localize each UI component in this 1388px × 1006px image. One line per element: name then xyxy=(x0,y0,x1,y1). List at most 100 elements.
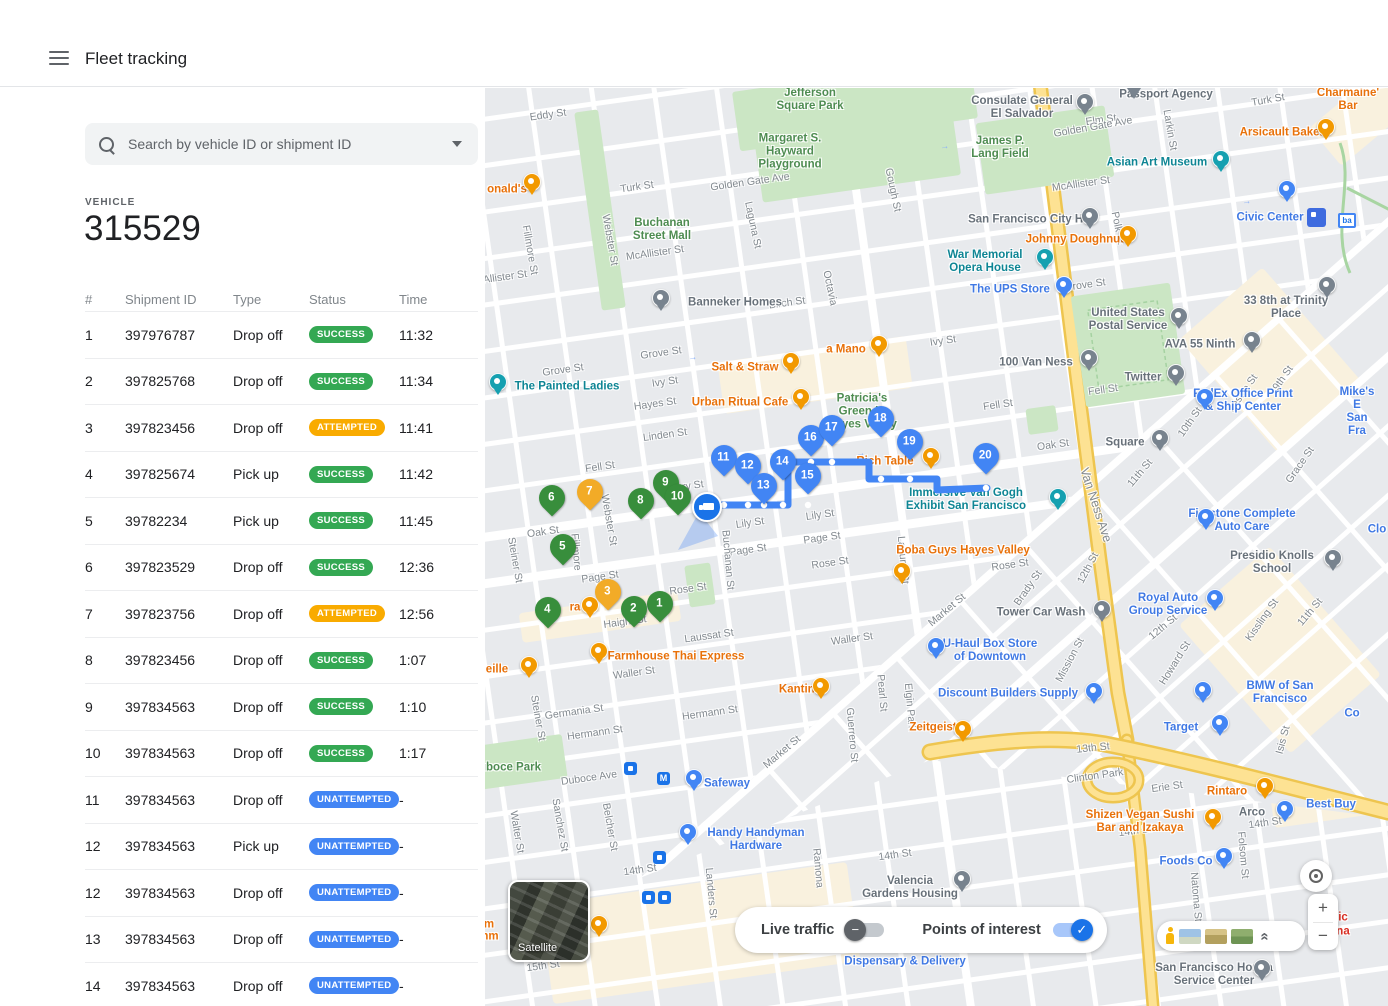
poi-pin-icon[interactable] xyxy=(1055,276,1073,294)
poi-label[interactable]: Handy Handyman Hardware xyxy=(707,827,804,853)
my-location-button[interactable] xyxy=(1300,860,1332,892)
imagery-thumbnail[interactable] xyxy=(1231,929,1253,944)
poi-pin-icon[interactable] xyxy=(1197,508,1215,526)
poi-label[interactable]: War Memorial Opera House xyxy=(948,249,1023,275)
poi-label[interactable]: Co xyxy=(1344,708,1359,721)
poi-label[interactable]: Banneker Homes xyxy=(688,297,782,310)
poi-pin-icon[interactable] xyxy=(1119,225,1137,243)
poi-label[interactable]: Mike's E San Fra xyxy=(1340,386,1375,438)
table-row[interactable]: 12397834563Drop offUNATTEMPTED- xyxy=(85,869,478,916)
poi-label[interactable]: Shizen Vegan Sushi Bar and Izakaya xyxy=(1086,809,1195,835)
poi-label[interactable]: James P. Lang Field xyxy=(971,135,1029,161)
poi-label[interactable]: eille xyxy=(486,664,508,677)
poi-pin-icon[interactable] xyxy=(870,335,888,353)
poi-label[interactable]: Valencia Gardens Housing xyxy=(862,875,958,901)
points-of-interest-toggle[interactable]: ✓ xyxy=(1053,923,1091,937)
poi-label[interactable]: AVA 55 Ninth xyxy=(1165,339,1236,352)
transit-icon[interactable] xyxy=(653,851,666,864)
poi-label[interactable]: na xyxy=(1336,926,1349,939)
poi-label[interactable]: United States Postal Service xyxy=(1089,307,1168,333)
table-row[interactable]: 539782234Pick upSUCCESS11:45 xyxy=(85,497,478,544)
table-row[interactable]: 10397834563Drop offSUCCESS1:17 xyxy=(85,730,478,777)
poi-label[interactable]: uboce Park xyxy=(485,762,541,775)
poi-pin-icon[interactable] xyxy=(782,352,800,370)
poi-label[interactable]: Discount Builders Supply xyxy=(938,688,1078,701)
poi-label[interactable]: Best Buy xyxy=(1306,799,1356,812)
table-row[interactable]: 11397834563Drop offUNATTEMPTED- xyxy=(85,776,478,823)
transit-icon[interactable] xyxy=(624,762,637,775)
menu-icon[interactable] xyxy=(49,51,69,66)
poi-pin-icon[interactable] xyxy=(590,915,608,933)
poi-label[interactable]: Jefferson Square Park xyxy=(776,88,843,113)
satellite-view-button[interactable]: Satellite xyxy=(508,880,590,962)
table-row[interactable]: 13397834563Drop offUNATTEMPTED- xyxy=(85,916,478,963)
bart-station-icon[interactable]: ba xyxy=(1338,213,1356,228)
poi-pin-icon[interactable] xyxy=(1215,847,1233,865)
table-row[interactable]: 4397825674Pick upSUCCESS11:42 xyxy=(85,451,478,498)
transit-icon[interactable] xyxy=(658,891,671,904)
search-input[interactable] xyxy=(126,135,452,153)
poi-pin-icon[interactable] xyxy=(1194,681,1212,699)
poi-pin-icon[interactable] xyxy=(812,677,830,695)
poi-pin-icon[interactable] xyxy=(685,769,703,787)
poi-label[interactable]: ra xyxy=(570,602,581,615)
poi-pin-icon[interactable] xyxy=(590,642,608,660)
poi-pin-icon[interactable] xyxy=(1324,549,1342,567)
table-row[interactable]: 12397834563Pick upUNATTEMPTED- xyxy=(85,823,478,870)
poi-pin-icon[interactable] xyxy=(1170,307,1188,325)
poi-pin-icon[interactable] xyxy=(792,388,810,406)
poi-pin-icon[interactable] xyxy=(1253,959,1271,977)
search-dropdown-icon[interactable] xyxy=(452,141,462,147)
poi-pin-icon[interactable] xyxy=(679,823,697,841)
transit-icon[interactable]: M xyxy=(657,772,670,785)
collapse-icon[interactable]: « xyxy=(1257,932,1274,940)
poi-pin-icon[interactable] xyxy=(1256,777,1274,795)
poi-pin-icon[interactable] xyxy=(893,562,911,580)
poi-label[interactable]: Dispensary & Delivery xyxy=(844,956,965,969)
table-row[interactable]: 3397823456Drop offATTEMPTED11:41 xyxy=(85,404,478,451)
poi-label[interactable]: BMW of San Francisco xyxy=(1226,680,1334,706)
poi-pin-icon[interactable] xyxy=(1036,248,1054,266)
poi-label[interactable]: The Painted Ladies xyxy=(515,381,620,394)
poi-pin-icon[interactable] xyxy=(1080,349,1098,367)
zoom-out-button[interactable]: − xyxy=(1308,923,1338,951)
poi-label[interactable]: Buchanan Street Mall xyxy=(633,217,691,243)
poi-label[interactable]: Urban Ritual Cafe xyxy=(692,397,789,410)
poi-pin-icon[interactable] xyxy=(1204,808,1222,826)
vehicle-marker-icon[interactable] xyxy=(692,492,722,522)
poi-pin-icon[interactable] xyxy=(1317,118,1335,136)
poi-label[interactable]: ic xyxy=(1338,912,1348,925)
poi-pin-icon[interactable] xyxy=(1212,150,1230,168)
poi-label[interactable]: Civic Center xyxy=(1236,212,1303,225)
poi-label[interactable]: Johnny Doughnuts xyxy=(1026,234,1131,247)
poi-label[interactable]: Tower Car Wash xyxy=(997,607,1086,620)
poi-pin-icon[interactable] xyxy=(1093,600,1111,618)
poi-pin-icon[interactable] xyxy=(1211,714,1229,732)
poi-label[interactable]: 100 Van Ness xyxy=(999,357,1073,370)
poi-pin-icon[interactable] xyxy=(1206,589,1224,607)
poi-label[interactable]: Immersive Van Gogh Exhibit San Francisco xyxy=(906,487,1026,513)
poi-pin-icon[interactable] xyxy=(489,373,507,391)
poi-pin-icon[interactable] xyxy=(1196,388,1214,406)
poi-pin-icon[interactable] xyxy=(1318,276,1336,294)
poi-pin-icon[interactable] xyxy=(953,870,971,888)
poi-pin-icon[interactable] xyxy=(1276,800,1294,818)
poi-label[interactable]: Clo xyxy=(1368,524,1387,537)
transit-icon[interactable] xyxy=(642,891,655,904)
poi-label[interactable]: Presidio Knolls School xyxy=(1214,550,1330,576)
pegman-icon[interactable] xyxy=(1165,927,1175,945)
poi-pin-icon[interactable] xyxy=(1278,180,1296,198)
poi-pin-icon[interactable] xyxy=(954,720,972,738)
poi-pin-icon[interactable] xyxy=(927,637,945,655)
poi-pin-icon[interactable] xyxy=(1081,207,1099,225)
poi-label[interactable]: onald's xyxy=(487,184,527,197)
map-pin-icon[interactable] xyxy=(1127,88,1141,99)
poi-label[interactable]: Rintaro xyxy=(1207,786,1247,799)
poi-pin-icon[interactable] xyxy=(922,447,940,465)
table-row[interactable]: 2397825768Drop offSUCCESS11:34 xyxy=(85,358,478,405)
table-row[interactable]: 14397834563Drop offUNATTEMPTED- xyxy=(85,962,478,1006)
poi-pin-icon[interactable] xyxy=(1085,682,1103,700)
poi-pin-icon[interactable] xyxy=(1049,488,1067,506)
poi-label[interactable]: Farmhouse Thai Express xyxy=(608,651,745,664)
live-traffic-toggle[interactable]: − xyxy=(846,923,884,937)
